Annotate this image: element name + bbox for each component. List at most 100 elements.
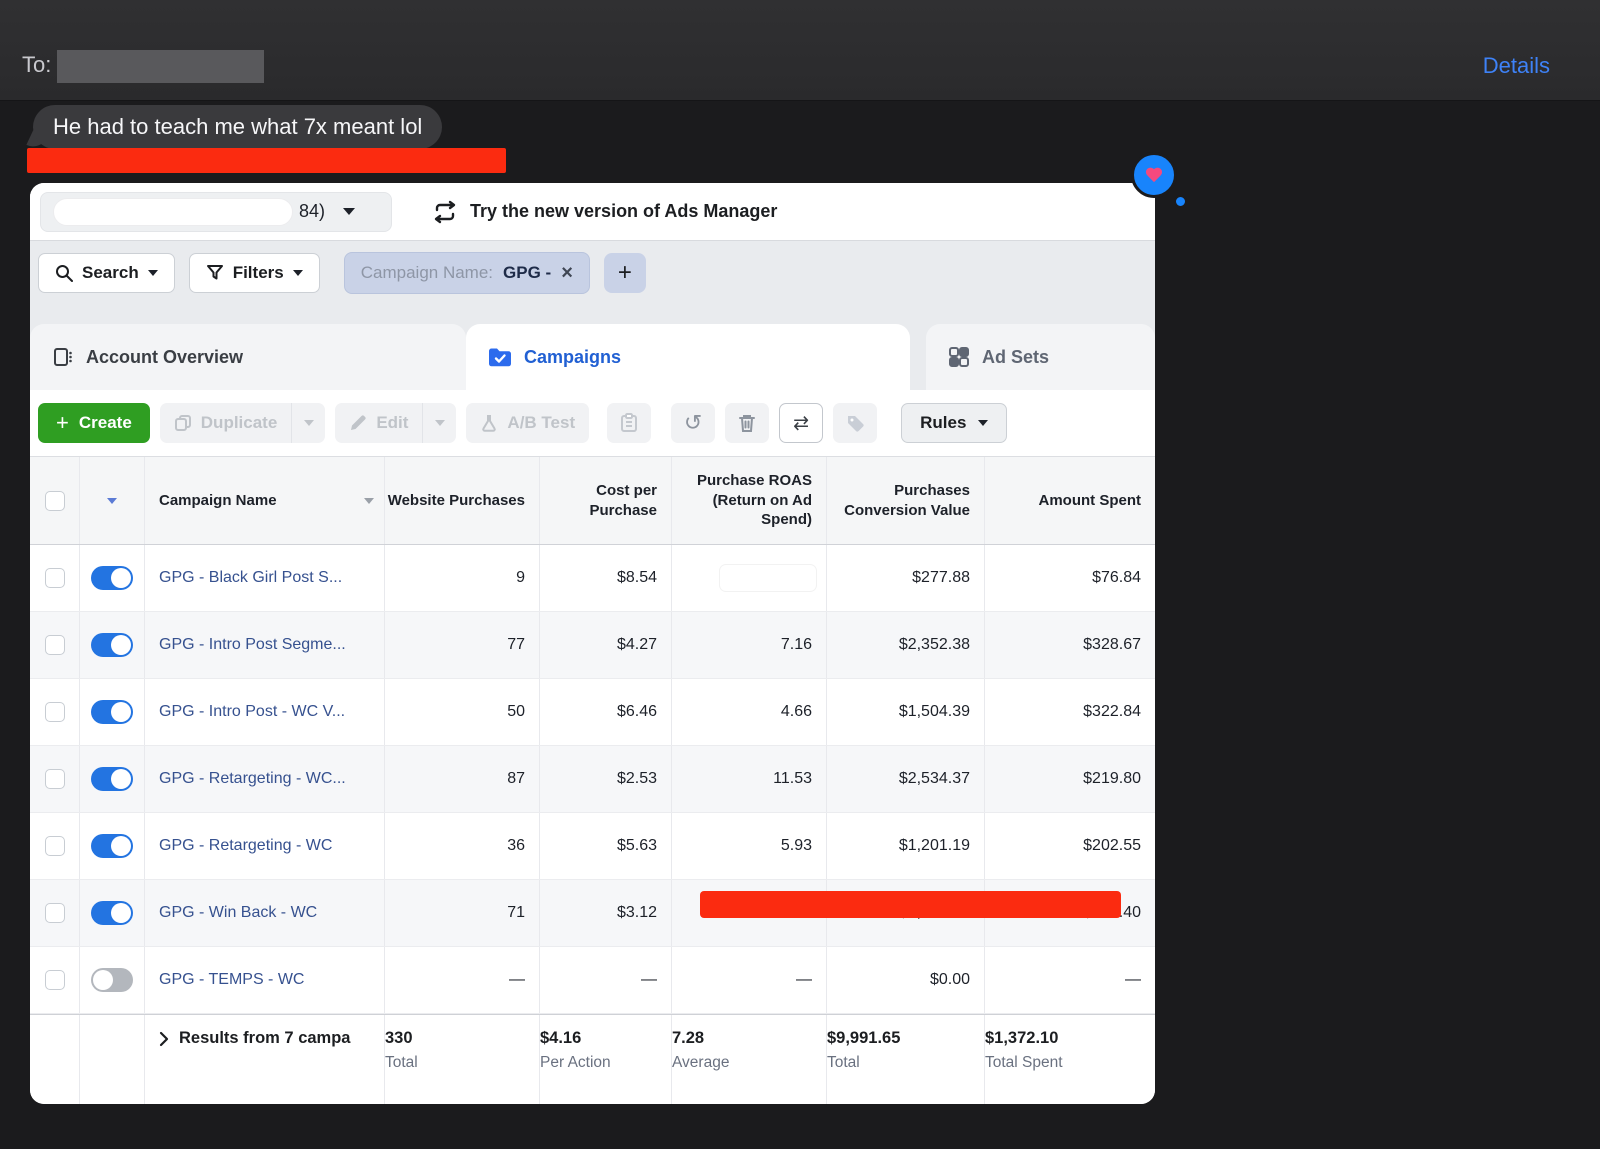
delete-button[interactable] — [725, 403, 770, 443]
campaign-toggle[interactable] — [91, 968, 133, 992]
toggle-knob — [111, 635, 131, 655]
header-amount-spent[interactable]: Amount Spent — [985, 457, 1155, 544]
rules-button[interactable]: Rules — [901, 403, 1008, 443]
undo-button[interactable]: ↺ — [671, 403, 716, 443]
campaign-toggle[interactable] — [91, 834, 133, 858]
cell-roas: 11.53 — [672, 746, 827, 812]
tab-ad-sets[interactable]: Ad Sets — [926, 324, 1155, 390]
toggle-knob — [111, 568, 131, 588]
export-button[interactable]: ⇄ — [779, 403, 824, 443]
row-checkbox[interactable] — [44, 836, 65, 856]
campaign-name-link[interactable]: GPG - Retargeting - WC... — [145, 770, 346, 788]
summary-note: Total — [827, 1054, 860, 1071]
summary-empty-cell — [80, 1015, 145, 1104]
copy-icon — [174, 414, 192, 432]
account-name-redaction — [53, 197, 293, 226]
campaigns-folder-icon — [488, 347, 512, 367]
header-toggle-cell[interactable] — [80, 457, 145, 544]
row-toggle-cell — [80, 679, 145, 745]
cell-website-purchases: 9 — [385, 545, 540, 611]
cell-cost-per-purchase: $2.53 — [540, 746, 672, 812]
duplicate-button[interactable]: Duplicate — [159, 403, 326, 443]
duplicate-dropdown[interactable] — [291, 403, 325, 443]
ab-test-label: A/B Test — [507, 413, 576, 432]
search-button[interactable]: Search — [38, 253, 175, 293]
row-checkbox[interactable] — [44, 903, 65, 923]
heart-reaction-tapback[interactable] — [1131, 152, 1187, 208]
edit-button[interactable]: Edit — [335, 403, 457, 443]
row-checkbox-cell — [30, 947, 80, 1013]
header-website-purchases[interactable]: Website Purchases — [385, 457, 540, 544]
ad-sets-grid-icon — [948, 346, 970, 368]
campaign-toggle[interactable] — [91, 901, 133, 925]
campaign-name-link[interactable]: GPG - Black Girl Post S... — [145, 569, 342, 587]
row-checkbox[interactable] — [44, 568, 65, 588]
message-text: He had to teach me what 7x meant lol — [53, 114, 423, 139]
campaign-toggle[interactable] — [91, 700, 133, 724]
trash-icon — [739, 415, 756, 432]
edit-dropdown[interactable] — [422, 403, 456, 443]
ab-test-button[interactable]: A/B Test — [466, 403, 590, 443]
cell-roas: — — [672, 947, 827, 1013]
tab-account-overview[interactable]: Account Overview — [30, 324, 466, 390]
details-link[interactable]: Details — [1483, 53, 1550, 79]
cell-amount-spent: $76.84 — [1092, 569, 1141, 586]
cell-conversion-value: $0.00 — [827, 947, 985, 1013]
cell-cost-per-purchase: $3.12 — [540, 880, 672, 946]
tab-campaigns[interactable]: Campaigns — [466, 324, 910, 390]
create-button[interactable]: + Create — [38, 403, 150, 443]
undo-icon: ↺ — [683, 410, 703, 435]
row-checkbox[interactable] — [44, 702, 65, 722]
chip-close-icon[interactable]: × — [561, 263, 573, 283]
add-filter-button[interactable]: + — [603, 253, 646, 293]
cell-cost-per-purchase: $6.46 — [540, 679, 672, 745]
row-checkbox[interactable] — [44, 635, 65, 655]
table-body: GPG - Black Girl Post S... 9 $8.54 $277.… — [30, 545, 1155, 1014]
campaign-name-link[interactable]: GPG - Retargeting - WC — [145, 837, 332, 855]
row-toggle-cell — [80, 813, 145, 879]
tag-button[interactable] — [833, 403, 878, 443]
campaign-toggle[interactable] — [91, 566, 133, 590]
row-checkbox[interactable] — [44, 769, 65, 789]
row-name-cell: GPG - Intro Post Segme... — [145, 612, 385, 678]
header-cost-per-purchase[interactable]: Cost per Purchase — [540, 457, 672, 544]
filters-button[interactable]: Filters — [188, 253, 320, 293]
new-version-banner[interactable]: Try the new version of Ads Manager — [432, 200, 777, 224]
chevron-down-icon — [364, 497, 374, 504]
toggle-knob — [111, 769, 131, 789]
cell-cost-per-purchase: $8.54 — [540, 545, 672, 611]
row-checkbox-cell — [30, 612, 80, 678]
campaign-name-link[interactable]: GPG - Intro Post - WC V... — [145, 703, 345, 721]
row-checkbox-cell — [30, 813, 80, 879]
select-all-checkbox[interactable] — [44, 490, 65, 511]
campaign-toggle[interactable] — [91, 767, 133, 791]
cell-roas: 5.93 — [672, 813, 827, 879]
tab-bar: Account Overview Campaigns Ad Sets — [30, 305, 1155, 390]
campaign-name-link[interactable]: GPG - Intro Post Segme... — [145, 636, 346, 654]
campaign-name-link[interactable]: GPG - Win Back - WC — [145, 904, 317, 922]
clipboard-button[interactable] — [607, 403, 652, 443]
summary-roas: 7.28 Average — [672, 1015, 827, 1104]
plus-icon: + — [56, 410, 69, 435]
filters-label: Filters — [232, 263, 284, 282]
redaction-bar-top — [27, 148, 506, 173]
cell-roas: 7.16 — [672, 612, 827, 678]
campaign-name-filter-chip[interactable]: Campaign Name: GPG - × — [343, 252, 590, 294]
campaign-name-link[interactable]: GPG - TEMPS - WC — [145, 971, 304, 989]
reaction-tail-dot — [1174, 195, 1187, 208]
header-purchase-roas[interactable]: Purchase ROAS (Return on Ad Spend) — [672, 457, 827, 544]
column-label: Campaign Name — [159, 491, 277, 509]
cell-website-purchases: 36 — [385, 813, 540, 879]
table-row: GPG - Retargeting - WC 36 $5.63 5.93 $1,… — [30, 813, 1155, 880]
ads-topbar: 84) Try the new version of Ads Manager — [30, 183, 1155, 241]
row-checkbox[interactable] — [44, 970, 65, 990]
campaign-toggle[interactable] — [91, 633, 133, 657]
summary-value: 330 — [385, 1029, 413, 1047]
account-dropdown[interactable]: 84) — [40, 191, 392, 232]
header-conversion-value[interactable]: Purchases Conversion Value — [827, 457, 985, 544]
cell-website-purchases: 77 — [385, 612, 540, 678]
header-campaign-name[interactable]: Campaign Name — [145, 457, 385, 544]
flask-icon — [480, 414, 498, 432]
message-bubble: He had to teach me what 7x meant lol — [33, 105, 443, 149]
summary-label-cell[interactable]: Results from 7 campa — [145, 1015, 385, 1104]
